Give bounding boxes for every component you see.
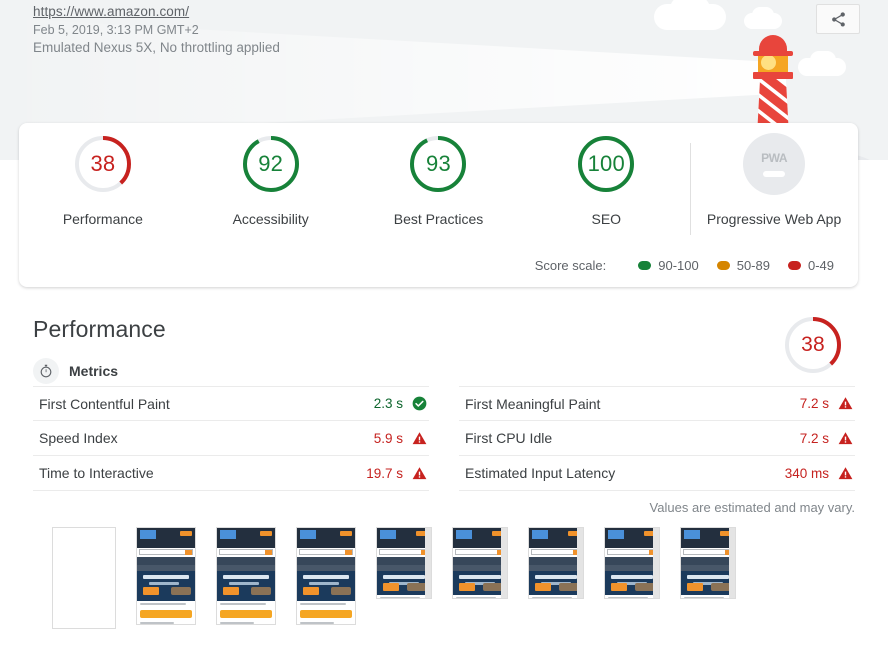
filmstrip-frame[interactable] — [528, 527, 584, 599]
stopwatch-icon — [33, 358, 59, 384]
metric-value: 7.2 s — [799, 430, 829, 446]
metric-value: 19.7 s — [366, 465, 403, 481]
fail-warning-icon — [412, 466, 427, 479]
share-icon — [831, 11, 845, 27]
score-gauge-pwa[interactable]: PWA Progressive Web App — [690, 133, 858, 235]
cloud-2b — [752, 7, 774, 23]
metric-row[interactable]: Estimated Input Latency 340 ms — [459, 456, 855, 491]
metric-row[interactable]: First CPU Idle 7.2 s — [459, 421, 855, 456]
metric-result: 2.3 s — [374, 396, 427, 411]
pwa-badge-icon: PWA — [743, 133, 806, 195]
score-scale-pill-red — [787, 261, 801, 270]
metrics-column-right: First Meaningful Paint 7.2 s First CPU I… — [459, 386, 855, 491]
gauge-ring-seo: 100 — [575, 133, 637, 195]
score-summary-card: 38 Performance 92 Accessibility 93 Best … — [19, 123, 858, 287]
audited-url-link[interactable]: https://www.amazon.com/ — [33, 4, 280, 19]
score-scale-legend: Score scale: 90-100 50-89 0-49 — [535, 258, 834, 273]
performance-score-gauge: 38 — [782, 314, 844, 376]
metric-name: Estimated Input Latency — [465, 465, 616, 481]
score-scale-item-orange: 50-89 — [716, 258, 770, 273]
filmstrip-frame[interactable] — [52, 527, 116, 629]
metric-value: 2.3 s — [373, 396, 403, 411]
metric-name: First Contentful Paint — [39, 395, 170, 412]
gauge-label-accessibility: Accessibility — [232, 211, 309, 227]
gauge-label-best-practices: Best Practices — [393, 211, 484, 227]
gauge-value-performance: 38 — [90, 151, 116, 176]
score-gauge-seo[interactable]: 100 SEO — [522, 133, 690, 227]
metric-result: 340 ms — [785, 466, 853, 481]
fail-warning-icon — [838, 431, 853, 444]
filmstrip-frame[interactable] — [680, 527, 736, 599]
metric-name: Time to Interactive — [39, 465, 154, 481]
metric-name: Speed Index — [39, 430, 118, 446]
score-gauge-performance[interactable]: 38 Performance — [19, 133, 187, 227]
gauge-label-performance: Performance — [62, 211, 143, 227]
report-meta: https://www.amazon.com/ Feb 5, 2019, 3:1… — [33, 4, 280, 56]
metric-result: 19.7 s — [366, 466, 427, 481]
metric-row[interactable]: Speed Index 5.9 s — [33, 421, 429, 456]
fail-warning-icon — [838, 397, 853, 410]
filmstrip-frame[interactable] — [216, 527, 276, 625]
metrics-column-left: First Contentful Paint 2.3 s Speed Index… — [33, 386, 429, 491]
score-scale-label-orange: 50-89 — [736, 258, 770, 273]
metric-name: First Meaningful Paint — [465, 395, 601, 412]
metric-result: 7.2 s — [800, 431, 853, 446]
metric-row[interactable]: Time to Interactive 19.7 s — [33, 456, 429, 491]
score-scale-pill-orange — [716, 261, 730, 270]
gauge-ring-performance: 38 — [72, 133, 134, 195]
gauge-ring-accessibility: 92 — [240, 133, 302, 195]
gauge-ring-best-practices: 93 — [407, 133, 469, 195]
score-gauge-accessibility[interactable]: 92 Accessibility — [187, 133, 355, 227]
lighthouse-lamp — [761, 55, 776, 70]
screenshot-filmstrip — [52, 527, 852, 639]
filmstrip-frame[interactable] — [296, 527, 356, 625]
pwa-badge-text: PWA — [761, 150, 787, 165]
score-gauge-best-practices[interactable]: 93 Best Practices — [355, 133, 523, 227]
gauge-label-seo: SEO — [591, 211, 622, 227]
metric-result: 7.2 s — [800, 396, 853, 411]
gauge-value-seo: 100 — [587, 151, 625, 176]
lighthouse-dome-brim — [753, 51, 793, 56]
score-scale-item-green: 90-100 — [638, 258, 699, 273]
report-timestamp: Feb 5, 2019, 3:13 PM GMT+2 — [33, 23, 199, 37]
score-scale-label-green: 90-100 — [658, 258, 699, 273]
metric-row[interactable]: First Meaningful Paint 7.2 s — [459, 386, 855, 421]
report-environment: Emulated Nexus 5X, No throttling applied — [33, 40, 280, 55]
performance-score-value: 38 — [801, 333, 825, 356]
metric-result: 5.9 s — [374, 431, 427, 446]
performance-heading: Performance — [33, 316, 166, 342]
pass-check-icon — [412, 396, 427, 411]
score-scale-pill-green — [638, 261, 652, 270]
metrics-header: Metrics — [33, 358, 118, 384]
lighthouse-lamp-base — [753, 72, 793, 79]
metric-name: First CPU Idle — [465, 430, 553, 446]
values-estimated-note: Values are estimated and may vary. — [649, 500, 855, 515]
metrics-columns: First Contentful Paint 2.3 s Speed Index… — [33, 386, 855, 491]
metrics-label: Metrics — [69, 363, 119, 379]
share-button[interactable] — [816, 4, 860, 34]
filmstrip-frame[interactable] — [452, 527, 508, 599]
filmstrip-frame[interactable] — [136, 527, 196, 625]
metric-row[interactable]: First Contentful Paint 2.3 s — [33, 386, 429, 421]
gauge-value-accessibility: 92 — [258, 151, 284, 176]
pwa-badge-dash — [763, 170, 786, 177]
metric-value: 7.2 s — [799, 396, 829, 411]
score-scale-title: Score scale: — [534, 258, 607, 273]
fail-warning-icon — [838, 466, 853, 479]
gauge-label-pwa: Progressive Web App — [706, 211, 842, 227]
filmstrip-frame[interactable] — [376, 527, 432, 599]
fail-warning-icon — [412, 431, 427, 444]
filmstrip-frame[interactable] — [604, 527, 660, 599]
cloud-1b — [670, 0, 710, 22]
gauge-value-best-practices: 93 — [426, 151, 451, 176]
score-gauges: 38 Performance 92 Accessibility 93 Best … — [19, 133, 858, 243]
score-scale-item-red: 0-49 — [787, 258, 834, 273]
metric-value: 5.9 s — [373, 430, 403, 446]
metric-value: 340 ms — [784, 465, 829, 481]
score-scale-label-red: 0-49 — [807, 258, 834, 273]
cloud-3b — [810, 51, 836, 69]
